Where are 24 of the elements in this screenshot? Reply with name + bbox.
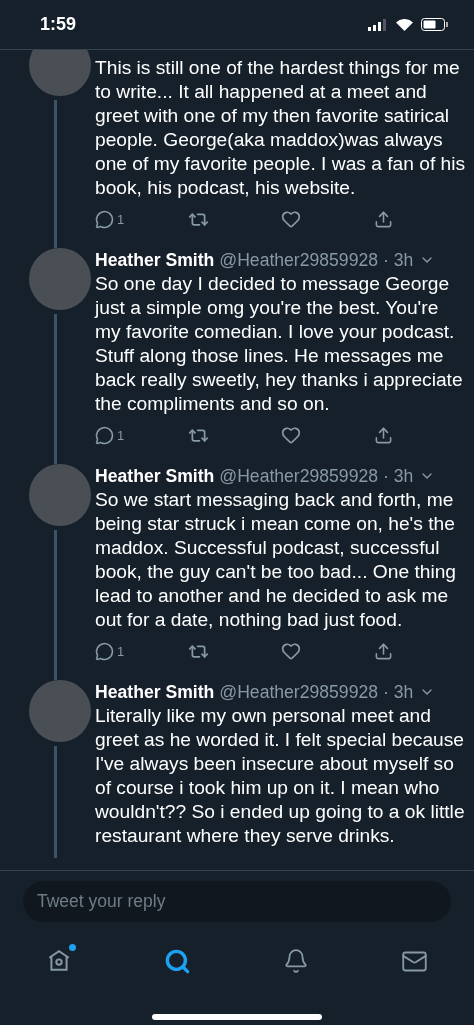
like-button[interactable]: [281, 425, 301, 445]
share-button[interactable]: [374, 425, 393, 445]
author-handle: @Heather29859928: [219, 681, 378, 704]
reply-field[interactable]: Tweet your reply: [23, 881, 451, 922]
battery-icon: [421, 18, 448, 31]
tweet-text: So one day I decided to message George just a simple omg you're the best. You're my favorite comedian. I love your podcast. Stuff along those lines. He messages me back really sweetly, hey thanks i appreciate the compliments and so on.: [95, 272, 464, 416]
author-handle: @Heather29859928: [219, 465, 378, 488]
like-button[interactable]: [281, 641, 301, 661]
signal-icon: [368, 18, 388, 31]
like-button[interactable]: [281, 209, 301, 229]
tweet-text: So we start messaging back and forth, me being star struck i mean come on, he's the maddox. Successful podcast, successful book, the guy can't be too bad... One thing lead to another and he decided to ask me out for a date, nothing bad just food.: [95, 488, 458, 632]
author-handle: @Heather29859928: [219, 249, 378, 272]
tweet-time: · 3h: [381, 249, 414, 272]
author-name: Heather Smith: [95, 681, 215, 704]
author-name: Heather Smith: [95, 249, 215, 272]
author-name: Heather Smith: [95, 465, 215, 488]
tweet-text: Literally like my own personal meet and greet as he worded it. I felt special because I've always been insecure about myself so of course i took him up on it. I mean who wouldn't?? So i ended up going to a ok little restaurant where they serve drinks.: [95, 704, 466, 848]
tweet-time: · 3h: [381, 681, 414, 704]
status-time: 1:59: [40, 14, 77, 35]
tweet-time: · 3h: [381, 465, 414, 488]
tweet-text: This is still one of the hardest things for me to write... It all happened at a meet and greet with one of my then favorite satirical people. George(aka maddox)was always one of my favorite people. I was a fan of his book, his podcast, his website.: [95, 56, 467, 200]
wifi-icon: [396, 18, 413, 31]
share-button[interactable]: [374, 641, 393, 661]
share-button[interactable]: [374, 209, 393, 229]
